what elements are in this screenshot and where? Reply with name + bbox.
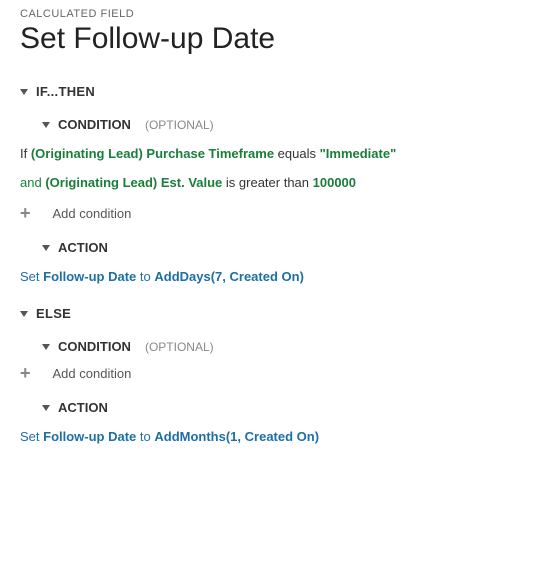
chevron-down-icon: [20, 89, 28, 95]
page-label: CALCULATED FIELD: [20, 8, 513, 20]
condition-heading: CONDITION: [58, 339, 131, 354]
chevron-down-icon: [42, 245, 50, 251]
condition-value: 100000: [313, 175, 356, 190]
action-to: to: [136, 269, 154, 284]
action-func: AddMonths(1, Created On): [154, 429, 319, 444]
action-heading: ACTION: [58, 400, 108, 415]
if-action-header[interactable]: ACTION: [42, 240, 513, 255]
condition-prefix: and: [20, 175, 45, 190]
action-target: Follow-up Date: [43, 429, 136, 444]
action-line-else[interactable]: Set Follow-up Date to AddMonths(1, Creat…: [20, 429, 513, 444]
add-condition-button[interactable]: + Add condition: [20, 204, 513, 222]
condition-line-1[interactable]: If (Originating Lead) Purchase Timeframe…: [20, 146, 513, 161]
action-target: Follow-up Date: [43, 269, 136, 284]
action-prefix: Set: [20, 269, 43, 284]
chevron-down-icon: [20, 311, 28, 317]
else-section: ELSE CONDITION (OPTIONAL) + Add conditio…: [20, 306, 513, 444]
condition-prefix: If: [20, 146, 31, 161]
action-func: AddDays(7, Created On): [154, 269, 304, 284]
plus-icon: +: [20, 364, 31, 382]
add-condition-button[interactable]: + Add condition: [20, 364, 513, 382]
chevron-down-icon: [42, 405, 50, 411]
else-action-header[interactable]: ACTION: [42, 400, 513, 415]
add-condition-label: Add condition: [53, 366, 132, 381]
condition-line-2[interactable]: and (Originating Lead) Est. Value is gre…: [20, 175, 513, 190]
condition-field: (Originating Lead) Est. Value: [45, 175, 222, 190]
action-prefix: Set: [20, 429, 43, 444]
condition-value: "Immediate": [320, 146, 397, 161]
if-then-header[interactable]: IF...THEN: [20, 84, 513, 99]
if-condition-header[interactable]: CONDITION (OPTIONAL): [42, 117, 513, 132]
if-then-section: IF...THEN CONDITION (OPTIONAL) If (Origi…: [20, 84, 513, 284]
condition-heading: CONDITION: [58, 117, 131, 132]
optional-label: (OPTIONAL): [145, 118, 214, 132]
else-header[interactable]: ELSE: [20, 306, 513, 321]
chevron-down-icon: [42, 344, 50, 350]
condition-operator: equals: [274, 146, 320, 161]
chevron-down-icon: [42, 122, 50, 128]
if-then-heading: IF...THEN: [36, 84, 95, 99]
page-title: Set Follow-up Date: [20, 22, 513, 56]
plus-icon: +: [20, 204, 31, 222]
action-heading: ACTION: [58, 240, 108, 255]
else-heading: ELSE: [36, 306, 71, 321]
else-condition-header[interactable]: CONDITION (OPTIONAL): [42, 339, 513, 354]
action-to: to: [136, 429, 154, 444]
add-condition-label: Add condition: [53, 206, 132, 221]
optional-label: (OPTIONAL): [145, 340, 214, 354]
action-line-if[interactable]: Set Follow-up Date to AddDays(7, Created…: [20, 269, 513, 284]
condition-operator: is greater than: [222, 175, 312, 190]
condition-field: (Originating Lead) Purchase Timeframe: [31, 146, 274, 161]
